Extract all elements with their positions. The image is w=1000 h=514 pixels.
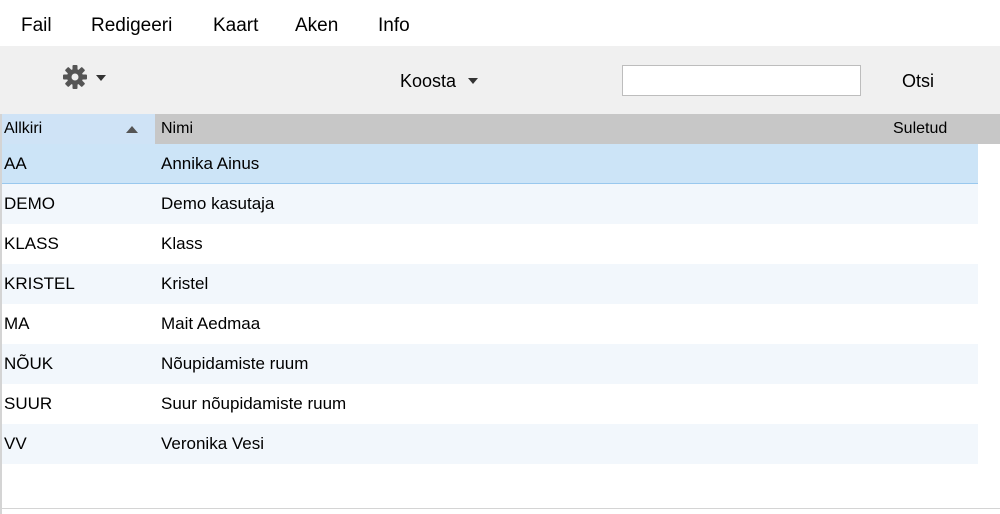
table-row[interactable]: KLASS Klass <box>0 224 978 264</box>
column-header-allkiri[interactable]: Allkiri <box>0 114 155 144</box>
cell-allkiri: SUUR <box>4 394 53 413</box>
left-border <box>0 114 2 514</box>
menu-info[interactable]: Info <box>378 14 410 38</box>
cell-nimi: Suur nõupidamiste ruum <box>161 394 347 413</box>
cell-nimi: Klass <box>161 234 203 253</box>
cell-allkiri: MA <box>4 314 30 333</box>
menu-redigeeri[interactable]: Redigeeri <box>91 14 172 38</box>
menu-fail[interactable]: Fail <box>21 14 52 38</box>
search-input[interactable] <box>622 65 861 96</box>
compose-label: Koosta <box>400 71 457 91</box>
table-row[interactable]: DEMO Demo kasutaja <box>0 184 978 224</box>
toolbar: Koosta Otsi <box>0 46 1000 114</box>
chevron-down-icon <box>468 78 479 84</box>
sort-ascending-icon <box>126 126 138 133</box>
table-row[interactable]: KRISTEL Kristel <box>0 264 978 304</box>
cell-allkiri: AA <box>4 154 27 173</box>
compose-dropdown-button[interactable]: Koosta <box>400 68 484 94</box>
table-header: Allkiri Nimi Suletud <box>0 114 1000 144</box>
cell-allkiri: NÕUK <box>4 354 54 373</box>
cell-allkiri: VV <box>4 434 27 453</box>
menu-bar: Fail Redigeeri Kaart Aken Info <box>0 0 1000 46</box>
column-label-allkiri: Allkiri <box>4 120 43 137</box>
cell-allkiri: DEMO <box>4 194 55 213</box>
cell-allkiri: KLASS <box>4 234 59 253</box>
cell-allkiri: KRISTEL <box>4 274 75 293</box>
menu-kaart[interactable]: Kaart <box>213 14 258 38</box>
settings-dropdown-button[interactable] <box>52 64 122 98</box>
table-body: AA Annika Ainus DEMO Demo kasutaja KLASS… <box>0 144 1000 464</box>
cell-nimi: Nõupidamiste ruum <box>161 354 309 373</box>
table-row[interactable]: VV Veronika Vesi <box>0 424 978 464</box>
chevron-down-icon <box>96 75 106 81</box>
menu-aken[interactable]: Aken <box>295 14 338 38</box>
search-button[interactable]: Otsi <box>902 68 934 94</box>
column-header-suletud[interactable]: Suletud <box>893 119 947 139</box>
table-row[interactable]: MA Mait Aedmaa <box>0 304 978 344</box>
gear-icon <box>63 65 87 89</box>
table-row[interactable]: AA Annika Ainus <box>0 144 978 184</box>
column-header-nimi[interactable]: Nimi <box>161 119 193 139</box>
cell-nimi: Kristel <box>161 274 209 293</box>
cell-nimi: Annika Ainus <box>161 154 260 173</box>
cell-nimi: Demo kasutaja <box>161 194 275 213</box>
cell-nimi: Mait Aedmaa <box>161 314 261 333</box>
table-row[interactable]: SUUR Suur nõupidamiste ruum <box>0 384 978 424</box>
bottom-border <box>0 508 1000 509</box>
table-row[interactable]: NÕUK Nõupidamiste ruum <box>0 344 978 384</box>
cell-nimi: Veronika Vesi <box>161 434 265 453</box>
